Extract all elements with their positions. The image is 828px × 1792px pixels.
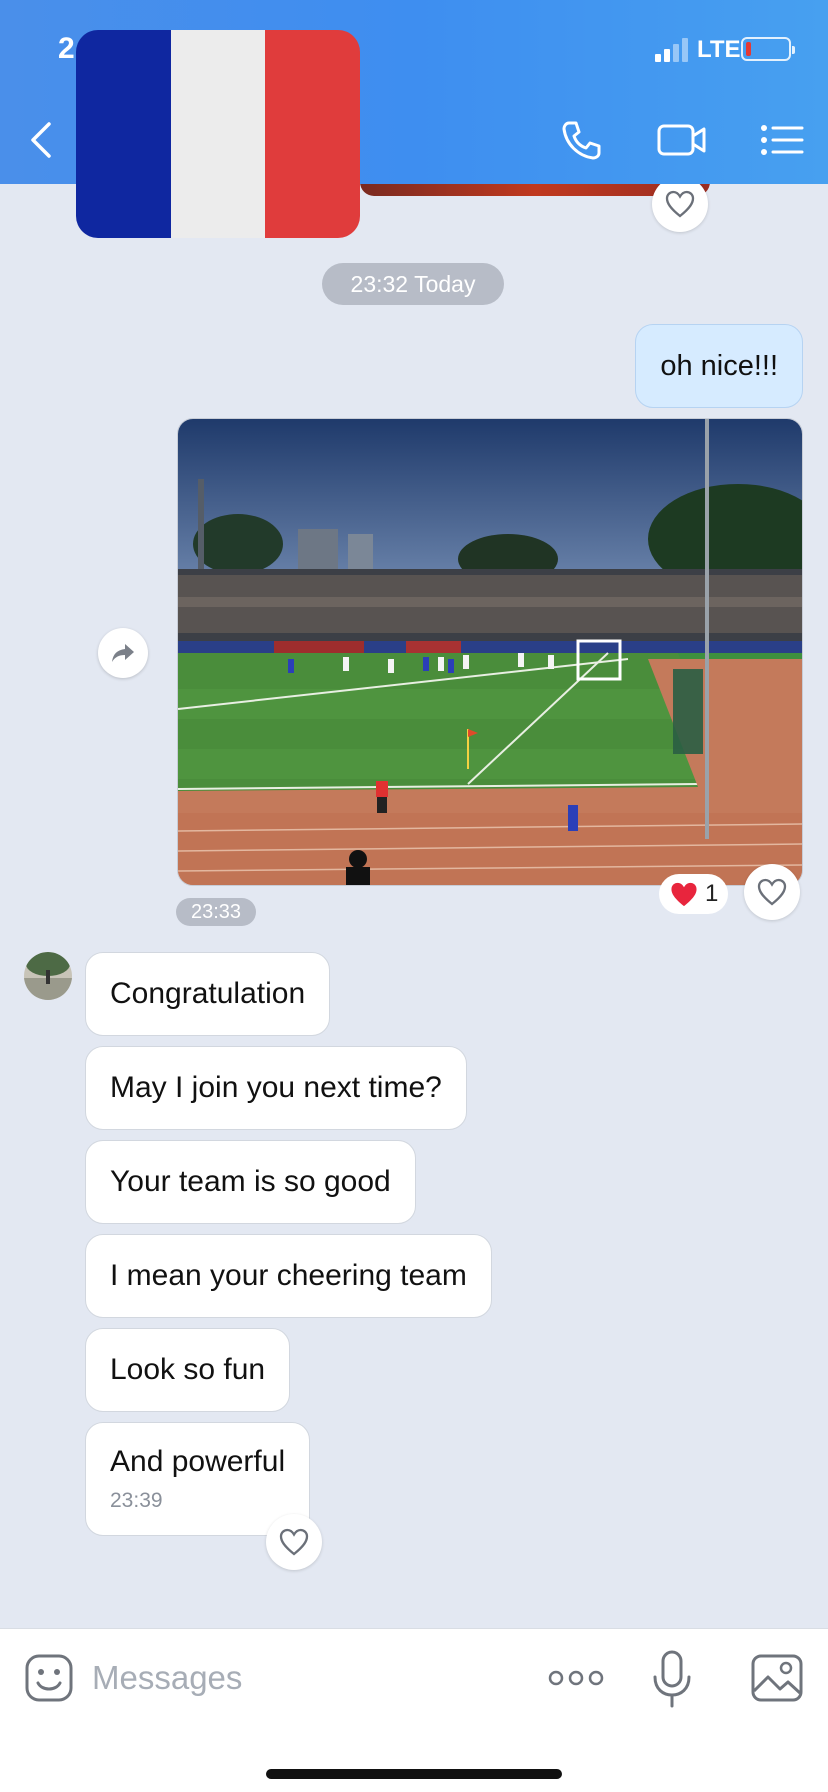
incoming-message[interactable]: Congratulation [85,952,331,1036]
avatar[interactable] [24,952,72,1000]
photo-timestamp: 23:33 [176,898,256,926]
gallery-button[interactable] [750,1653,804,1703]
heart-outline-icon [665,190,695,218]
photo-like-button[interactable] [744,864,800,920]
avatar-image [24,952,72,1000]
voice-message-button[interactable] [650,1649,694,1709]
reaction-count: 1 [705,880,719,907]
outgoing-message[interactable]: oh nice!!! [635,324,803,408]
message-timestamp: 23:39 [110,1489,163,1512]
share-arrow-icon [112,644,134,662]
video-call-button[interactable] [652,110,712,170]
network-label: LTE [697,36,741,63]
video-camera-icon [657,124,706,156]
home-indicator[interactable] [266,1769,562,1779]
stadium-photo [178,419,802,885]
more-options-button[interactable] [548,1663,604,1693]
status-time: 2 [58,32,75,65]
message-input-bar [0,1628,828,1792]
incoming-message[interactable]: I mean your cheering team [85,1234,492,1318]
incoming-message[interactable]: May I join you next time? [85,1046,467,1130]
signal-icon [655,38,689,62]
share-button[interactable] [98,628,148,678]
previous-like-button[interactable] [652,176,708,232]
incoming-message-text: And powerful [110,1445,286,1478]
list-menu-icon [761,125,804,155]
menu-button[interactable] [752,110,812,170]
microphone-icon [653,1650,691,1708]
back-arrow-icon [31,122,51,158]
image-icon [751,1654,803,1702]
heart-outline-icon [279,1528,309,1556]
incoming-message[interactable]: Look so fun [85,1328,291,1412]
photo-message[interactable] [177,418,803,886]
incoming-message[interactable]: Your team is so good [85,1140,416,1224]
emoji-button[interactable] [24,1653,74,1703]
message-input[interactable] [92,1651,512,1705]
call-button[interactable] [552,110,612,170]
red-heart-icon [671,882,697,906]
heart-outline-icon [757,878,787,906]
more-dots-icon [548,1670,604,1686]
message-like-button[interactable] [266,1514,322,1570]
back-button[interactable] [12,110,72,170]
emoji-icon [25,1654,73,1702]
france-flag-emoji [76,30,360,238]
reaction-badge[interactable]: 1 [659,874,729,914]
phone-icon [562,121,601,160]
date-divider: 23:32 Today [322,263,504,305]
battery-icon [741,37,795,61]
